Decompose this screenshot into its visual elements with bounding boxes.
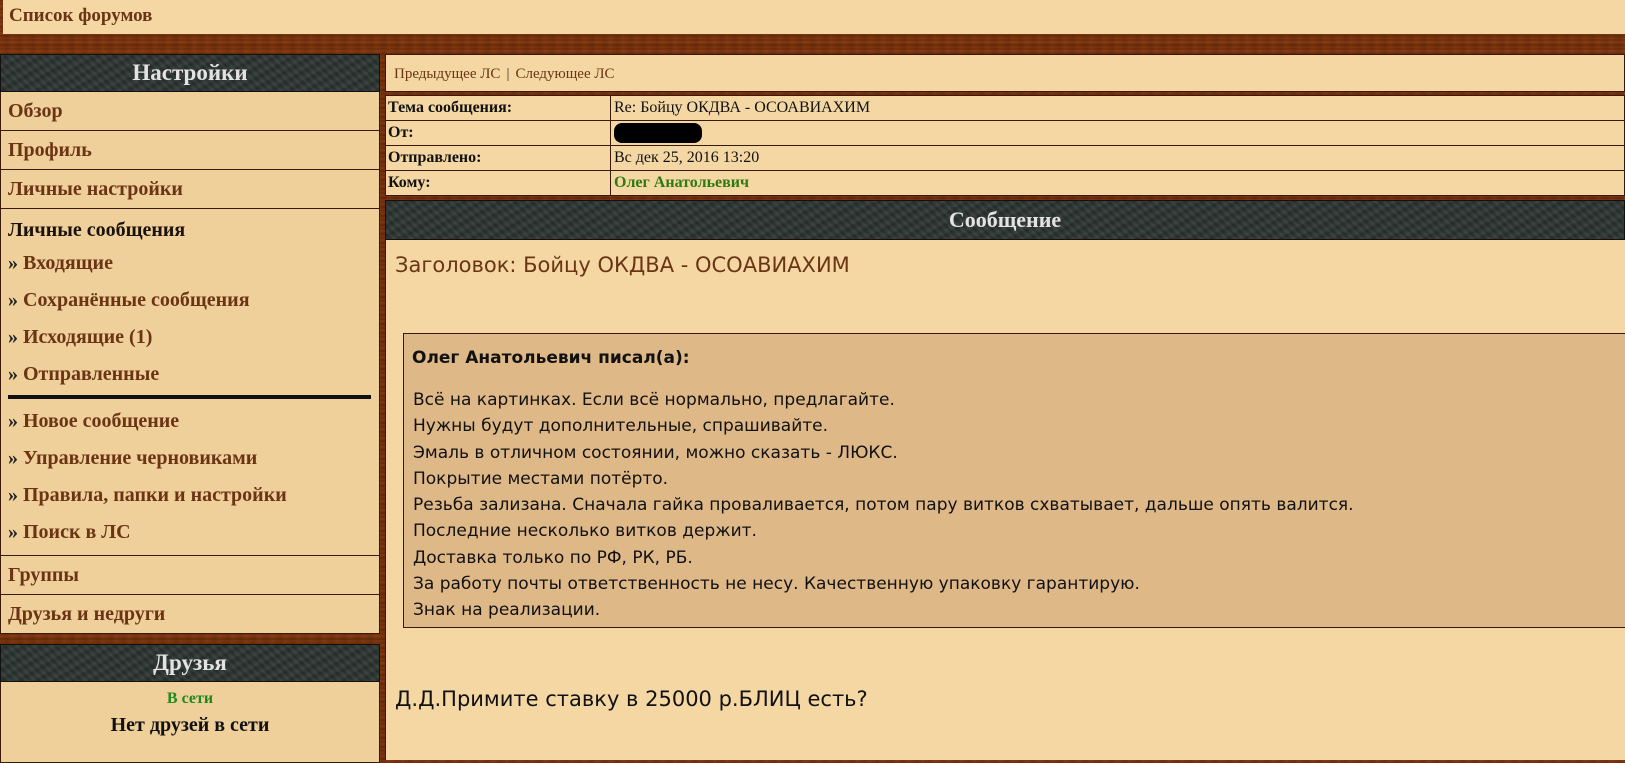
- message-section-header: Сообщение: [385, 200, 1625, 240]
- sidebar-item-overview[interactable]: Обзор: [0, 92, 380, 131]
- to-label: Кому:: [386, 171, 611, 195]
- forum-list-link[interactable]: Список форумов: [9, 5, 152, 27]
- quote-line: Нужны будут дополнительные, спрашивайте.: [413, 416, 829, 437]
- friends-panel: В сети Нет друзей в сети: [0, 682, 380, 763]
- quote-line: Последние несколько витков держит.: [413, 521, 757, 542]
- pm-link-outbox[interactable]: » Исходящие (1): [8, 319, 379, 356]
- to-row: Кому: Олег Анатольевич: [386, 171, 1624, 195]
- sent-label: Отправлено:: [386, 146, 611, 170]
- no-friends-text: Нет друзей в сети: [110, 714, 270, 736]
- sidebar-item-friends-foes[interactable]: Друзья и недруги: [0, 595, 380, 634]
- pm-link-saved[interactable]: » Сохранённые сообщения: [8, 282, 379, 319]
- quote-author: Олег Анатольевич писал(а):: [412, 348, 690, 368]
- quote-line: Резьба зализана. Сначала гайка провалива…: [413, 495, 1354, 516]
- sidebar-item-personal-settings[interactable]: Личные настройки: [0, 170, 380, 209]
- pm-link-search[interactable]: » Поиск в ЛС: [8, 514, 379, 551]
- quote-line: Всё на картинках. Если всё нормально, пр…: [413, 390, 895, 410]
- from-label: От:: [386, 121, 611, 145]
- from-value: [611, 121, 702, 145]
- sent-row: Отправлено: Вс дек 25, 2016 13:20: [386, 146, 1624, 171]
- quote-line: Покрытие местами потёрто.: [413, 468, 669, 489]
- from-row: От:: [386, 121, 1624, 146]
- reply-text: Д.Д.Примите ставку в 25000 р.БЛИЦ есть?: [395, 687, 868, 711]
- pm-link-sent[interactable]: » Отправленные: [8, 356, 379, 393]
- subject-label: Тема сообщения:: [386, 96, 611, 120]
- message-body: Заголовок: Бойцу ОКДВА - ОСОАВИАХИМ Олег…: [385, 240, 1625, 760]
- quote-text: Всё на картинках. Если всё нормально, пр…: [413, 387, 1354, 624]
- quote-block: Олег Анатольевич писал(а): Всё на картин…: [403, 333, 1625, 628]
- subject-value: Re: Бойцу ОКДВА - ОСОАВИАХИМ: [614, 99, 871, 116]
- pm-link-drafts[interactable]: » Управление черновиками: [8, 440, 379, 477]
- message-header-table: Тема сообщения: Re: Бойцу ОКДВА - ОСОАВИ…: [385, 95, 1625, 196]
- pm-link-inbox[interactable]: » Входящие: [8, 245, 379, 282]
- pm-link-rules[interactable]: » Правила, папки и настройки: [8, 477, 379, 514]
- sidebar-item-groups[interactable]: Группы: [0, 556, 380, 595]
- subject-row: Тема сообщения: Re: Бойцу ОКДВА - ОСОАВИ…: [386, 96, 1624, 121]
- prev-pm-link[interactable]: Предыдущее ЛС: [394, 66, 500, 82]
- sidebar-item-profile[interactable]: Профиль: [0, 131, 380, 170]
- pm-group: Личные сообщения » Входящие » Сохранённы…: [0, 209, 380, 556]
- quote-line: Эмаль в отличном состоянии, можно сказат…: [413, 442, 898, 463]
- main-content: Предыдущее ЛС | Следующее ЛС Тема сообщени…: [385, 54, 1625, 760]
- pm-navigation: Предыдущее ЛС | Следующее ЛС: [385, 54, 1625, 92]
- quote-line: Доставка только по РФ, РК, РБ.: [413, 547, 693, 568]
- pm-link-new-message[interactable]: » Новое сообщение: [8, 403, 379, 440]
- next-pm-link[interactable]: Следующее ЛС: [515, 66, 614, 82]
- forum-list-bar: Список форумов: [3, 0, 1625, 35]
- message-subject-line: Заголовок: Бойцу ОКДВА - ОСОАВИАХИМ: [395, 253, 850, 277]
- nav-separator: |: [506, 66, 510, 82]
- quote-line: За работу почты ответственность не несу.…: [413, 574, 1140, 595]
- friends-header: Друзья: [0, 644, 380, 682]
- sidebar: Настройки Обзор Профиль Личные настройки…: [0, 54, 380, 763]
- redacted-sender: [614, 123, 702, 143]
- pm-group-title[interactable]: Личные сообщения: [8, 215, 379, 245]
- sent-value: Вс дек 25, 2016 13:20: [614, 149, 760, 166]
- to-value[interactable]: Олег Анатольевич: [611, 171, 749, 195]
- settings-header: Настройки: [0, 54, 380, 92]
- quote-line: Знак на реализации.: [413, 600, 601, 621]
- online-label: В сети: [166, 690, 214, 707]
- pm-divider: [8, 395, 371, 399]
